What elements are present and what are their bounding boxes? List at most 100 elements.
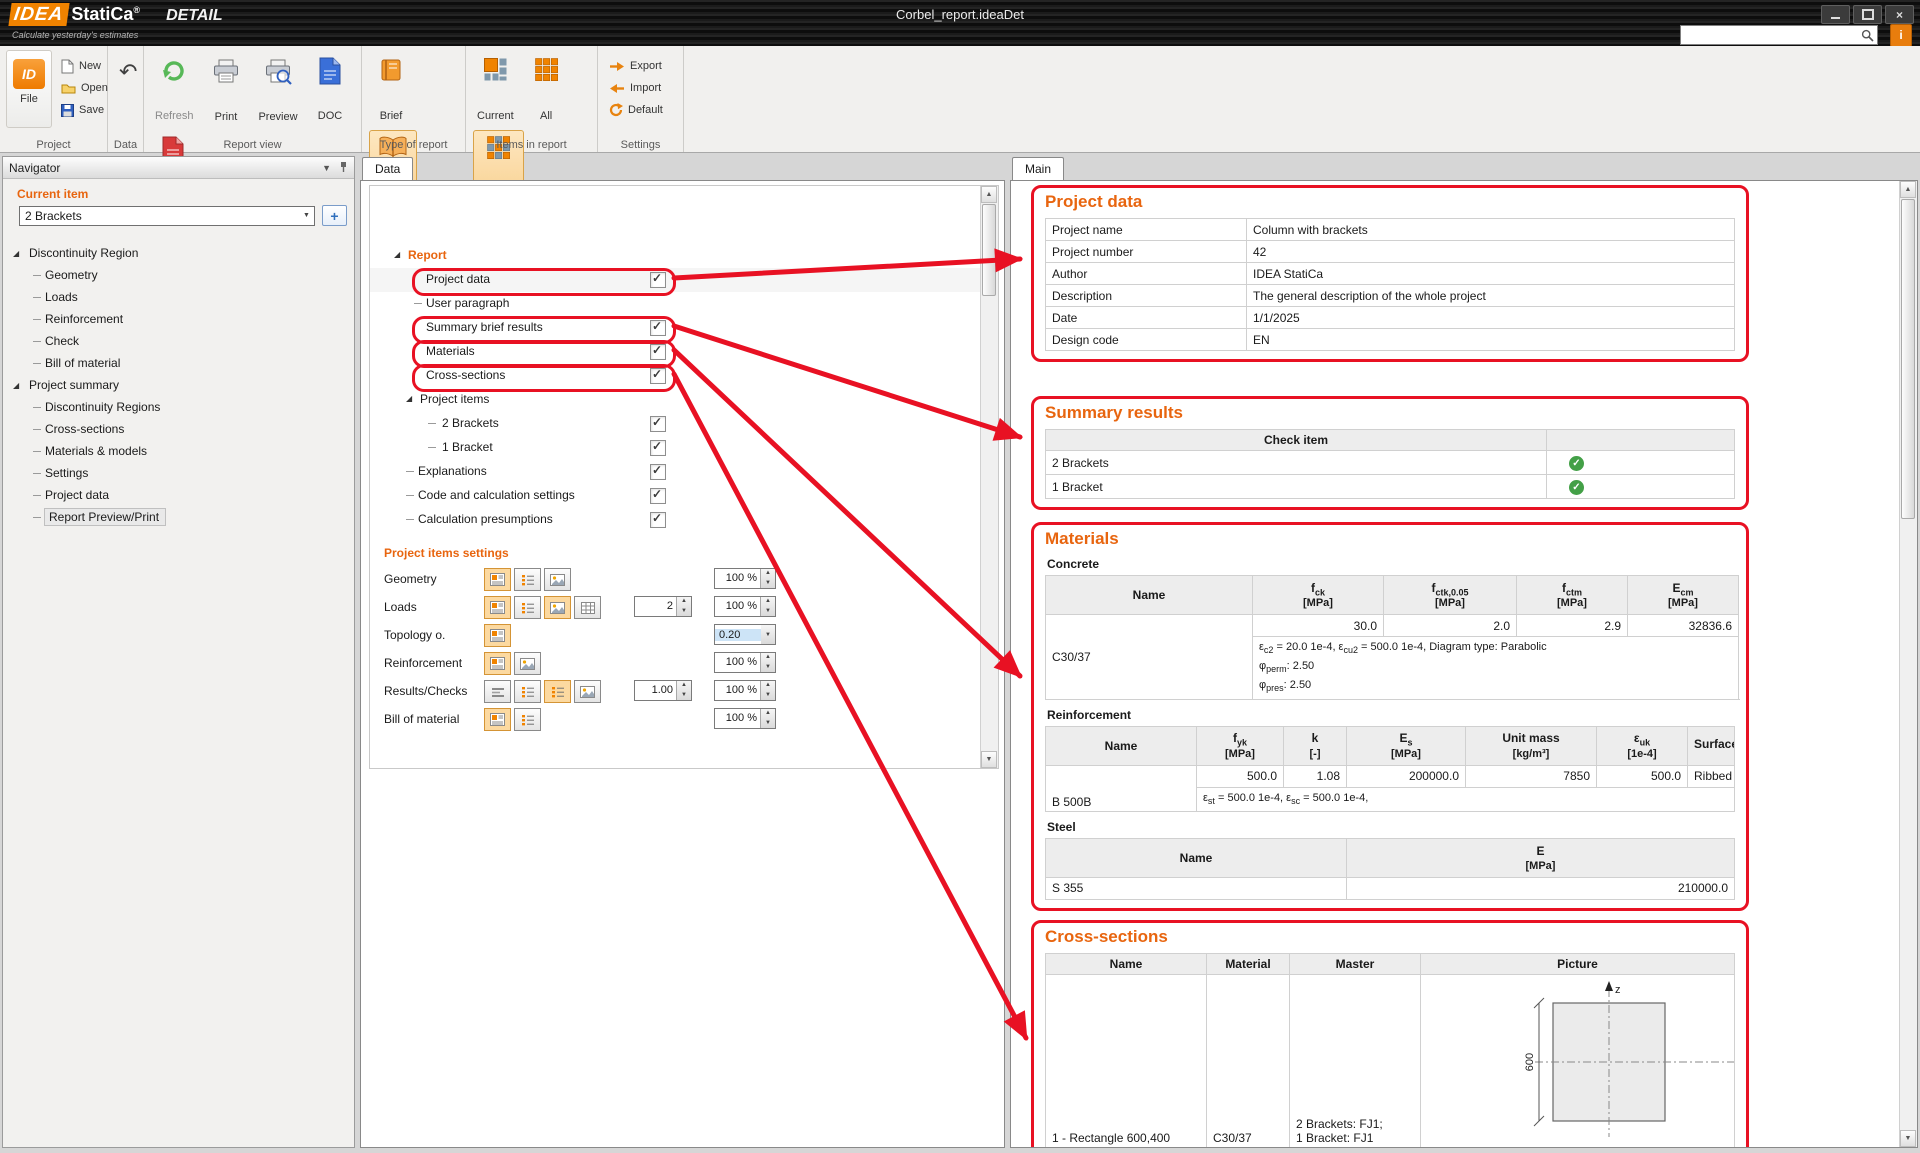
report-node-project-items[interactable]: ◢ Project items bbox=[370, 388, 981, 412]
tree-item-cross-sections[interactable]: Cross-sections bbox=[3, 418, 354, 440]
import-settings-button[interactable]: Import bbox=[604, 78, 677, 98]
spin-up-icon[interactable]: ▲ bbox=[761, 681, 775, 691]
minimize-button[interactable] bbox=[1821, 5, 1850, 24]
list-toggle[interactable] bbox=[514, 680, 541, 703]
report-item-summary-brief-results[interactable]: Summary brief results ✓ bbox=[370, 316, 981, 340]
list-toggle[interactable] bbox=[544, 680, 571, 703]
picture-toggle[interactable] bbox=[544, 596, 571, 619]
report-item-1-bracket[interactable]: 1 Bracket ✓ bbox=[370, 436, 981, 460]
pin-icon[interactable] bbox=[339, 161, 348, 175]
spin-up-icon[interactable]: ▲ bbox=[677, 681, 691, 691]
current-item-select[interactable]: 2 Brackets ▼ bbox=[19, 206, 315, 226]
topology-ratio-select[interactable]: 0.20 ▼ bbox=[714, 624, 776, 645]
add-item-button[interactable]: + bbox=[322, 205, 347, 226]
spin-down-icon[interactable]: ▼ bbox=[761, 663, 775, 673]
report-item-project-data[interactable]: Project data ✓ bbox=[370, 268, 981, 292]
tree-item-discontinuity-region[interactable]: ◢ Discontinuity Region bbox=[3, 242, 354, 264]
spin-down-icon[interactable]: ▼ bbox=[761, 607, 775, 617]
report-item-explanations[interactable]: Explanations ✓ bbox=[370, 460, 981, 484]
checkbox-project-data[interactable]: ✓ bbox=[650, 272, 666, 288]
list-toggle[interactable] bbox=[514, 596, 541, 619]
data-scrollbar[interactable]: ▲ ▼ bbox=[980, 186, 998, 768]
expander-icon[interactable]: ◢ bbox=[394, 250, 400, 259]
print-button[interactable]: Print bbox=[204, 53, 248, 127]
spin-down-icon[interactable]: ▼ bbox=[761, 579, 775, 589]
spin-down-icon[interactable]: ▼ bbox=[761, 691, 775, 701]
tree-item-project-summary[interactable]: ◢ Project summary bbox=[3, 374, 354, 396]
results-factor-spinner[interactable]: 1.00▲▼ bbox=[634, 680, 692, 701]
expander-icon[interactable]: ◢ bbox=[13, 381, 19, 390]
scroll-up-icon[interactable]: ▲ bbox=[981, 186, 997, 203]
checkbox-materials[interactable]: ✓ bbox=[650, 344, 666, 360]
export-settings-button[interactable]: Export bbox=[604, 56, 677, 76]
spin-up-icon[interactable]: ▲ bbox=[761, 709, 775, 719]
save-button[interactable]: Save bbox=[56, 100, 113, 120]
report-item-code-calculation-settings[interactable]: Code and calculation settings ✓ bbox=[370, 484, 981, 508]
tree-item-settings[interactable]: Settings bbox=[3, 462, 354, 484]
spin-down-icon[interactable]: ▼ bbox=[761, 719, 775, 729]
search-icon[interactable] bbox=[1861, 29, 1874, 42]
picture-toggle[interactable] bbox=[544, 568, 571, 591]
tree-item-check[interactable]: Check bbox=[3, 330, 354, 352]
scrollbar-thumb[interactable] bbox=[1901, 199, 1915, 519]
lines-toggle[interactable] bbox=[484, 680, 511, 703]
report-image-toggle[interactable] bbox=[484, 596, 511, 619]
report-image-toggle[interactable] bbox=[484, 624, 511, 647]
list-toggle[interactable] bbox=[514, 708, 541, 731]
report-item-materials[interactable]: Materials ✓ bbox=[370, 340, 981, 364]
tree-item-reinforcement[interactable]: Reinforcement bbox=[3, 308, 354, 330]
spin-up-icon[interactable]: ▲ bbox=[761, 597, 775, 607]
scrollbar-thumb[interactable] bbox=[982, 204, 996, 296]
table-toggle[interactable] bbox=[574, 596, 601, 619]
report-item-2-brackets[interactable]: 2 Brackets ✓ bbox=[370, 412, 981, 436]
scroll-up-icon[interactable]: ▲ bbox=[1900, 181, 1916, 198]
spin-down-icon[interactable]: ▼ bbox=[677, 607, 691, 617]
doc-export-button[interactable]: DOC bbox=[308, 52, 352, 126]
tree-item-loads[interactable]: Loads bbox=[3, 286, 354, 308]
spin-down-icon[interactable]: ▼ bbox=[677, 691, 691, 701]
spin-up-icon[interactable]: ▲ bbox=[677, 597, 691, 607]
chevron-down-icon[interactable]: ▼ bbox=[322, 163, 331, 173]
tab-main[interactable]: Main bbox=[1012, 157, 1064, 180]
tree-item-materials-models[interactable]: Materials & models bbox=[3, 440, 354, 462]
expander-icon[interactable]: ◢ bbox=[13, 249, 19, 258]
picture-toggle[interactable] bbox=[574, 680, 601, 703]
bill-scale-spinner[interactable]: 100 %▲▼ bbox=[714, 708, 776, 729]
geometry-scale-spinner[interactable]: 100 %▲▼ bbox=[714, 568, 776, 589]
checkbox-2-brackets[interactable]: ✓ bbox=[650, 416, 666, 432]
tree-item-bill-of-material[interactable]: Bill of material bbox=[3, 352, 354, 374]
info-button[interactable]: i bbox=[1890, 24, 1912, 47]
checkbox-explanations[interactable]: ✓ bbox=[650, 464, 666, 480]
tree-item-report-preview-print[interactable]: Report Preview/Print bbox=[3, 506, 354, 528]
report-item-user-paragraph[interactable]: User paragraph bbox=[370, 292, 981, 316]
file-button[interactable]: ID File bbox=[6, 50, 52, 128]
loads-scale-spinner[interactable]: 100 %▲▼ bbox=[714, 596, 776, 617]
maximize-button[interactable] bbox=[1853, 5, 1882, 24]
close-button[interactable]: × bbox=[1885, 5, 1914, 24]
undo-data-button[interactable]: ↶ bbox=[115, 56, 141, 96]
expander-icon[interactable]: ◢ bbox=[406, 394, 412, 403]
tree-item-project-data[interactable]: Project data bbox=[3, 484, 354, 506]
picture-toggle[interactable] bbox=[514, 652, 541, 675]
report-root-row[interactable]: ◢ Report bbox=[370, 244, 981, 268]
preview-button[interactable]: Preview bbox=[254, 53, 301, 127]
reinforcement-scale-spinner[interactable]: 100 %▲▼ bbox=[714, 652, 776, 673]
checkbox-cross-sections[interactable]: ✓ bbox=[650, 368, 666, 384]
loads-count-spinner[interactable]: 2▲▼ bbox=[634, 596, 692, 617]
items-current-button[interactable]: Current bbox=[473, 52, 518, 126]
refresh-button[interactable]: Refresh bbox=[151, 52, 198, 126]
new-button[interactable]: New bbox=[56, 56, 113, 76]
spin-up-icon[interactable]: ▲ bbox=[761, 653, 775, 663]
checkbox-1-bracket[interactable]: ✓ bbox=[650, 440, 666, 456]
report-item-cross-sections[interactable]: Cross-sections ✓ bbox=[370, 364, 981, 388]
list-toggle[interactable] bbox=[514, 568, 541, 591]
spin-up-icon[interactable]: ▲ bbox=[761, 569, 775, 579]
report-image-toggle[interactable] bbox=[484, 708, 511, 731]
preview-scrollbar[interactable]: ▲ ▼ bbox=[1899, 181, 1917, 1147]
scroll-down-icon[interactable]: ▼ bbox=[1900, 1130, 1916, 1147]
report-image-toggle[interactable] bbox=[484, 568, 511, 591]
report-item-calculation-presumptions[interactable]: Calculation presumptions ✓ bbox=[370, 508, 981, 532]
brief-report-button[interactable]: Brief bbox=[369, 52, 413, 126]
checkbox-code-calculation-settings[interactable]: ✓ bbox=[650, 488, 666, 504]
tree-item-geometry[interactable]: Geometry bbox=[3, 264, 354, 286]
